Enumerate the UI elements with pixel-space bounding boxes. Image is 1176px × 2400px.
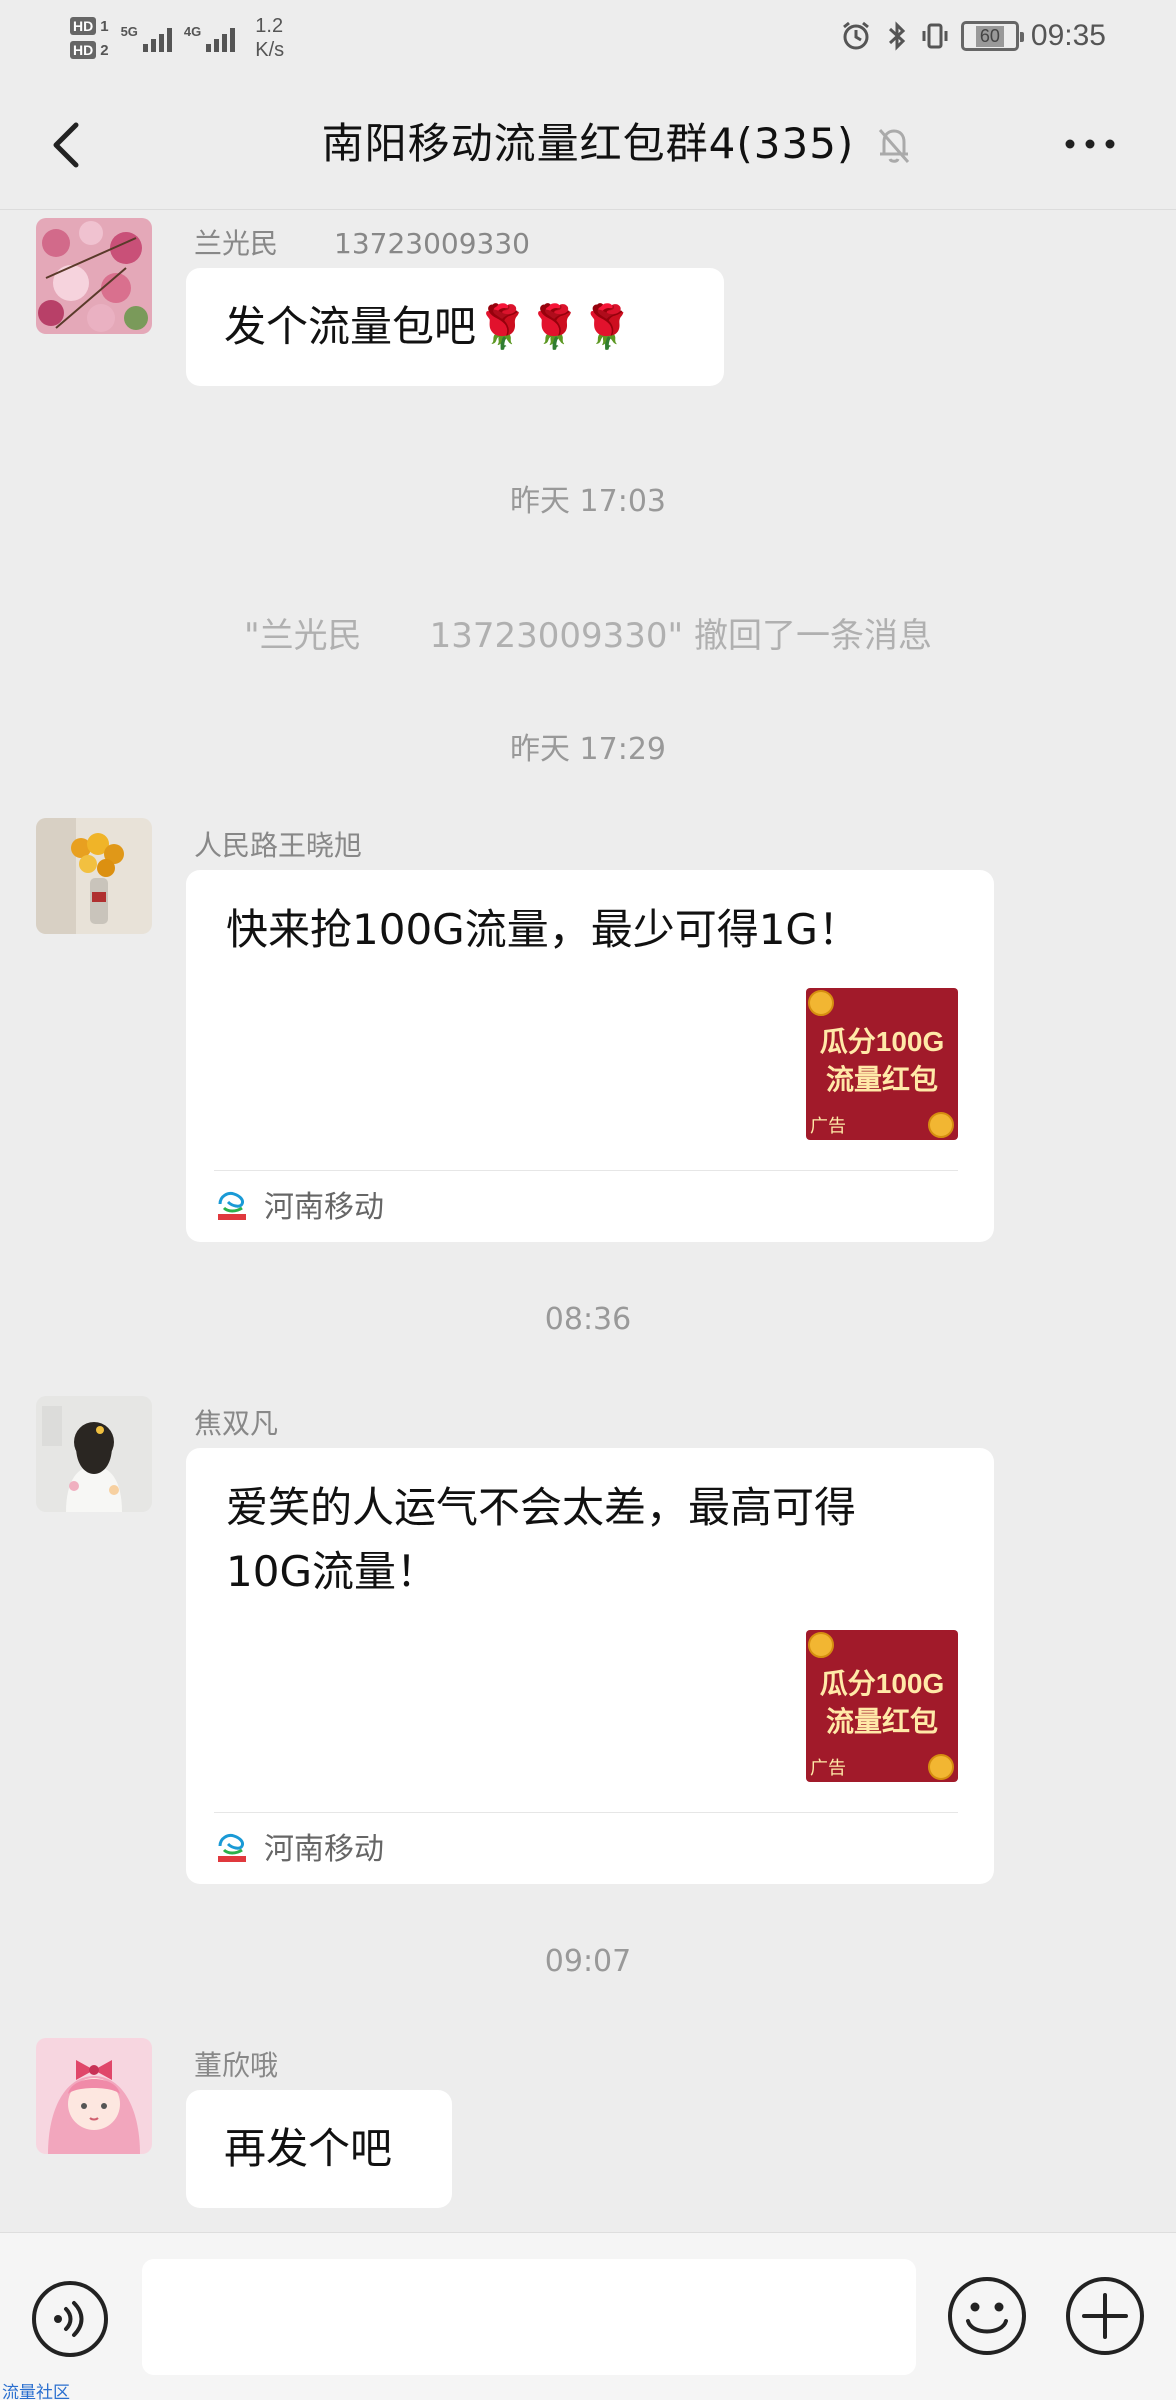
vibrate-icon <box>922 23 948 49</box>
recall-notice: "兰光民 13723009330" 撤回了一条消息 <box>243 616 933 656</box>
network-speed: 1.2 K/s <box>255 15 285 61</box>
message-text: 发个流量包吧🌹🌹🌹 <box>224 302 633 351</box>
ad-tag: 广告 <box>810 1116 846 1137</box>
china-mobile-logo-icon <box>218 1834 246 1862</box>
message-input[interactable] <box>142 2259 916 2375</box>
sender-name: 兰光民 13723009330 <box>194 227 530 260</box>
avatar[interactable] <box>36 2038 152 2154</box>
ad-card[interactable]: 爱笑的人运气不会太差，最高可得 10G流量！ 瓜分100G 流量红包 广告 河南… <box>186 1448 994 1884</box>
divider <box>214 1812 958 1813</box>
input-bar <box>0 2232 1176 2400</box>
timestamp: 昨天 17:29 <box>510 732 666 767</box>
alarm-icon <box>842 21 869 50</box>
message-bubble[interactable]: 发个流量包吧🌹🌹🌹 <box>186 268 724 386</box>
voice-icon[interactable] <box>30 2279 110 2359</box>
ad-thumbnail[interactable]: 瓜分100G 流量红包 广告 <box>806 1630 958 1782</box>
sim-number: 2 <box>100 41 109 59</box>
sender-name: 人民路王晓旭 <box>194 829 363 862</box>
hd-badge: HD <box>70 41 97 59</box>
avatar[interactable] <box>36 818 152 934</box>
sim-indicators: HD 1 HD 2 <box>70 17 109 59</box>
ad-thumbnail[interactable]: 瓜分100G 流量红包 广告 <box>806 988 958 1140</box>
sender-name: 董欣哦 <box>194 2049 279 2082</box>
chat-header: 南阳移动流量红包群4(335) <box>0 80 1176 210</box>
card-footer: 河南移动 <box>214 1824 384 1868</box>
message-text: 再发个吧 <box>224 2124 393 2173</box>
emoji-icon[interactable] <box>946 2275 1028 2357</box>
ad-tag: 广告 <box>810 1758 846 1779</box>
ad-card[interactable]: 快来抢100G流量，最少可得1G！ 瓜分100G 流量红包 广告 河南移动 <box>186 870 994 1242</box>
more-dots-icon[interactable] <box>1060 120 1120 168</box>
timestamp: 09:07 <box>544 1944 632 1979</box>
card-text: 快来抢100G流量，最少可得1G！ <box>226 905 860 954</box>
card-source: 河南移动 <box>264 1832 384 1867</box>
watermark: 流量社区 <box>2 2383 70 2400</box>
divider <box>214 1170 958 1171</box>
bluetooth-icon <box>888 21 906 51</box>
hd-badge: HD <box>70 17 97 35</box>
signal-5g-icon: 5G <box>121 24 172 52</box>
china-mobile-logo-icon <box>218 1192 246 1220</box>
battery-level: 60 <box>975 25 1004 47</box>
status-right: 60 09:35 <box>839 16 1106 56</box>
signal-4g-icon: 4G <box>184 24 236 52</box>
timestamp: 08:36 <box>544 1302 632 1337</box>
avatar[interactable] <box>36 1396 152 1512</box>
timestamp: 昨天 17:03 <box>510 484 666 519</box>
plus-icon[interactable] <box>1064 2275 1146 2357</box>
card-footer: 河南移动 <box>214 1182 384 1226</box>
chat-title[interactable]: 南阳移动流量红包群4(335) <box>322 119 855 168</box>
sender-name: 焦双凡 <box>194 1407 279 1440</box>
avatar[interactable] <box>36 218 152 334</box>
sim-number: 1 <box>100 17 109 35</box>
card-source: 河南移动 <box>264 1190 384 1225</box>
status-left: HD 1 HD 2 5G 4G 1.2 K/s <box>70 8 284 68</box>
status-time: 09:35 <box>1030 19 1106 52</box>
status-bar: HD 1 HD 2 5G 4G 1.2 K/s 60 09:35 <box>0 0 1176 80</box>
message-bubble[interactable]: 再发个吧 <box>186 2090 452 2208</box>
card-text: 爱笑的人运气不会太差，最高可得 10G流量！ <box>226 1483 857 1596</box>
mute-bell-icon <box>878 129 910 163</box>
battery-icon: 60 <box>960 21 1024 51</box>
